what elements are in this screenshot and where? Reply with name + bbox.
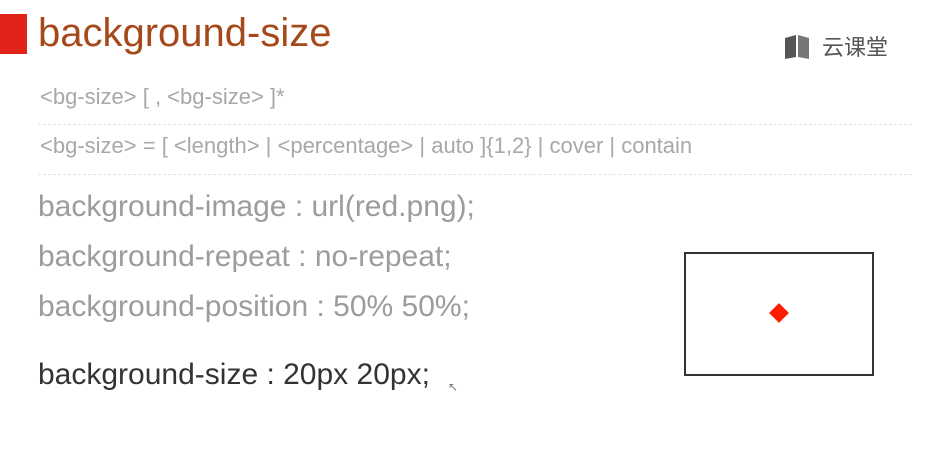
divider bbox=[38, 124, 912, 125]
divider bbox=[38, 174, 912, 175]
code-line-background-image: background-image : url(red.png); bbox=[38, 190, 475, 223]
code-line-background-position: background-position : 50% 50%; bbox=[38, 290, 470, 323]
syntax-line: <bg-size> [ , <bg-size> ]* bbox=[40, 84, 285, 109]
demo-preview-box bbox=[684, 252, 874, 376]
brand-name: 云课堂 bbox=[822, 36, 889, 61]
brand-logo-group: 云课堂 bbox=[782, 30, 888, 62]
red-diamond-background bbox=[769, 303, 789, 323]
slide-title: background-size bbox=[38, 11, 332, 55]
code-line-background-repeat: background-repeat : no-repeat; bbox=[38, 240, 452, 273]
book-icon bbox=[782, 31, 812, 61]
title-accent-bar bbox=[0, 14, 27, 54]
code-line-background-size: background-size : 20px 20px; bbox=[38, 358, 430, 391]
mouse-cursor-icon: ↖ bbox=[448, 380, 459, 394]
syntax-definition: <bg-size> = [ <length> | <percentage> | … bbox=[40, 133, 693, 158]
